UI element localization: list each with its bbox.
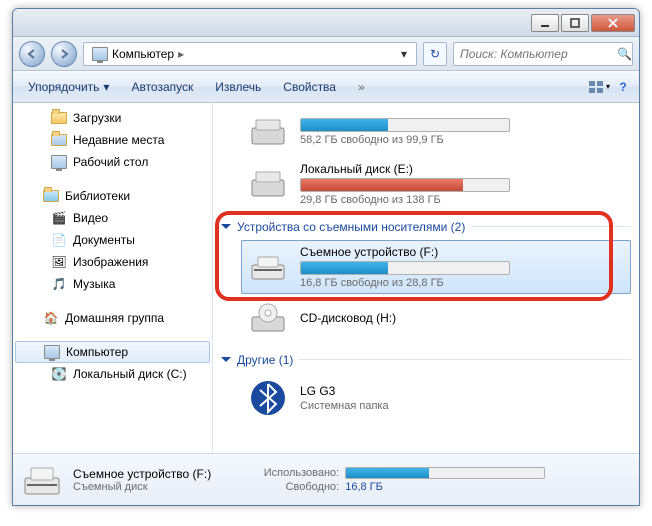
sidebar-item-video[interactable]: 🎬Видео <box>13 207 212 229</box>
usage-bar <box>345 467 545 479</box>
collapse-icon <box>221 224 231 234</box>
back-button[interactable] <box>19 41 45 67</box>
device-item-lg[interactable]: LG G3 Системная папка <box>241 373 631 423</box>
drive-item-e[interactable]: Локальный диск (E:) 29,8 ГБ свободно из … <box>241 157 631 211</box>
view-icon <box>588 80 604 94</box>
organize-menu[interactable]: Упорядочить▾ <box>17 71 120 102</box>
drive-item-f[interactable]: Съемное устройство (F:) 16,8 ГБ свободно… <box>241 240 631 294</box>
computer-icon <box>92 46 108 62</box>
drive-free-text: 58,2 ГБ свободно из 99,9 ГБ <box>300 134 626 146</box>
sidebar-item-pictures[interactable]: 🖼Изображения <box>13 251 212 273</box>
eject-button[interactable]: Извлечь <box>204 71 272 102</box>
cd-drive-icon <box>246 299 290 339</box>
maximize-button[interactable] <box>561 14 589 32</box>
hdd-icon <box>246 164 290 204</box>
drive-icon: 💽 <box>51 366 67 382</box>
bluetooth-icon <box>246 378 290 418</box>
computer-icon <box>44 344 60 360</box>
toolbar: Упорядочить▾ Автозапуск Извлечь Свойства… <box>13 71 639 103</box>
breadcrumb-label: Компьютер <box>112 47 174 61</box>
search-input[interactable] <box>460 47 617 61</box>
chevron-right-icon: ▸ <box>178 47 184 61</box>
drive-item-cd[interactable]: CD-дисковод (H:) <box>241 294 631 344</box>
desktop-icon <box>51 154 67 170</box>
sidebar-item-libraries[interactable]: Библиотеки <box>13 185 212 207</box>
chevron-down-icon: ▾ <box>401 47 407 61</box>
free-label: Свободно: <box>239 481 339 493</box>
chevron-down-icon: ▾ <box>606 82 610 91</box>
recent-icon <box>51 132 67 148</box>
device-sub: Системная папка <box>300 400 626 412</box>
libraries-icon <box>43 188 59 204</box>
search-icon: 🔍 <box>617 47 632 61</box>
drive-free-text: 29,8 ГБ свободно из 138 ГБ <box>300 194 626 206</box>
group-header-other[interactable]: Другие (1) <box>221 352 631 367</box>
content-area: 58,2 ГБ свободно из 99,9 ГБ Локальный ди… <box>213 103 639 453</box>
details-title: Съемное устройство (F:) <box>73 467 211 481</box>
group-header-removable[interactable]: Устройства со съемными носителями (2) <box>221 219 631 234</box>
device-label: LG G3 <box>300 384 626 398</box>
drive-item[interactable]: 58,2 ГБ свободно из 99,9 ГБ <box>241 107 631 157</box>
homegroup-icon: 🏠 <box>43 310 59 326</box>
sidebar-item-recent[interactable]: Недавние места <box>13 129 212 151</box>
help-icon: ? <box>619 80 626 94</box>
toolbar-overflow[interactable]: » <box>347 71 376 102</box>
refresh-icon: ↻ <box>430 47 440 61</box>
search-box[interactable]: 🔍 <box>453 42 633 66</box>
autoplay-button[interactable]: Автозапуск <box>120 71 204 102</box>
sidebar-item-local-c[interactable]: 💽Локальный диск (C:) <box>13 363 212 385</box>
chevron-right-icon: » <box>358 80 365 94</box>
downloads-icon <box>51 110 67 126</box>
pictures-icon: 🖼 <box>51 254 67 270</box>
titlebar[interactable] <box>13 9 639 37</box>
music-icon: 🎵 <box>51 276 67 292</box>
sidebar-item-music[interactable]: 🎵Музыка <box>13 273 212 295</box>
properties-button[interactable]: Свойства <box>272 71 347 102</box>
minimize-button[interactable] <box>531 14 559 32</box>
navigation-bar: Компьютер ▸ ▾ ↻ 🔍 <box>13 37 639 71</box>
address-dropdown[interactable]: ▾ <box>393 43 416 65</box>
hdd-icon <box>246 112 290 152</box>
removable-drive-icon <box>21 459 63 501</box>
sidebar-item-computer[interactable]: Компьютер <box>15 341 210 363</box>
address-bar[interactable]: Компьютер ▸ ▾ <box>83 42 417 66</box>
sidebar-item-documents[interactable]: 📄Документы <box>13 229 212 251</box>
explorer-window: Компьютер ▸ ▾ ↻ 🔍 Упорядочить▾ Автозапус… <box>12 8 640 506</box>
forward-button[interactable] <box>51 41 77 67</box>
help-button[interactable]: ? <box>611 71 635 102</box>
removable-drive-icon <box>246 247 290 287</box>
collapse-icon <box>221 357 231 367</box>
chevron-down-icon: ▾ <box>103 80 109 94</box>
close-button[interactable] <box>591 14 635 32</box>
drive-label: CD-дисковод (H:) <box>300 311 626 325</box>
drive-label: Локальный диск (E:) <box>300 162 626 176</box>
sidebar-item-homegroup[interactable]: 🏠Домашняя группа <box>13 307 212 329</box>
sidebar-item-desktop[interactable]: Рабочий стол <box>13 151 212 173</box>
navigation-pane: Загрузки Недавние места Рабочий стол Биб… <box>13 103 213 453</box>
sidebar-item-downloads[interactable]: Загрузки <box>13 107 212 129</box>
drive-label: Съемное устройство (F:) <box>300 245 626 259</box>
documents-icon: 📄 <box>51 232 67 248</box>
details-pane: Съемное устройство (F:) Съемный диск Исп… <box>13 453 639 505</box>
breadcrumb-computer[interactable]: Компьютер ▸ <box>84 43 193 65</box>
drive-free-text: 16,8 ГБ свободно из 28,8 ГБ <box>300 277 626 289</box>
details-subtitle: Съемный диск <box>73 481 211 493</box>
refresh-button[interactable]: ↻ <box>423 42 447 66</box>
view-options-button[interactable]: ▾ <box>587 71 611 102</box>
free-value: 16,8 ГБ <box>345 481 383 493</box>
used-label: Использовано: <box>239 467 339 479</box>
video-icon: 🎬 <box>51 210 67 226</box>
